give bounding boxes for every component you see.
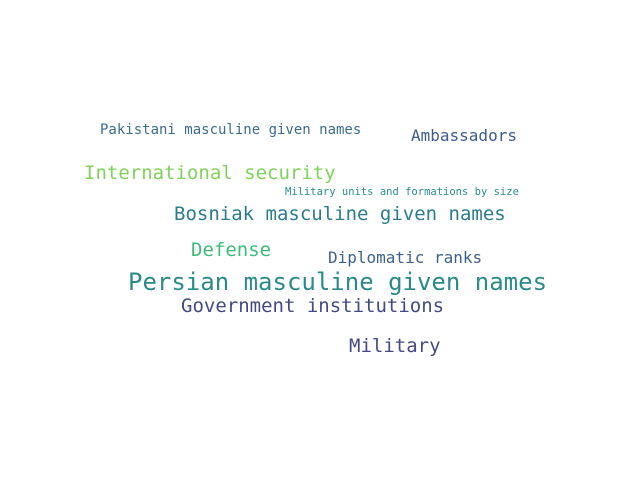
word-international-security: International security [84,162,336,184]
word-military: Military [349,335,441,357]
word-military-units-and-formations-by-size: Military units and formations by size [285,186,519,198]
word-persian-masculine-given-names: Persian masculine given names [128,268,548,296]
word-ambassadors: Ambassadors [411,126,517,145]
word-bosniak-masculine-given-names: Bosniak masculine given names [174,203,506,225]
word-defense: Defense [191,239,272,261]
word-government-institutions: Government institutions [181,295,445,317]
word-pakistani-masculine-given-names: Pakistani masculine given names [100,122,362,138]
word-diplomatic-ranks: Diplomatic ranks [328,248,483,267]
word-cloud: Pakistani masculine given names Ambassad… [0,0,640,480]
